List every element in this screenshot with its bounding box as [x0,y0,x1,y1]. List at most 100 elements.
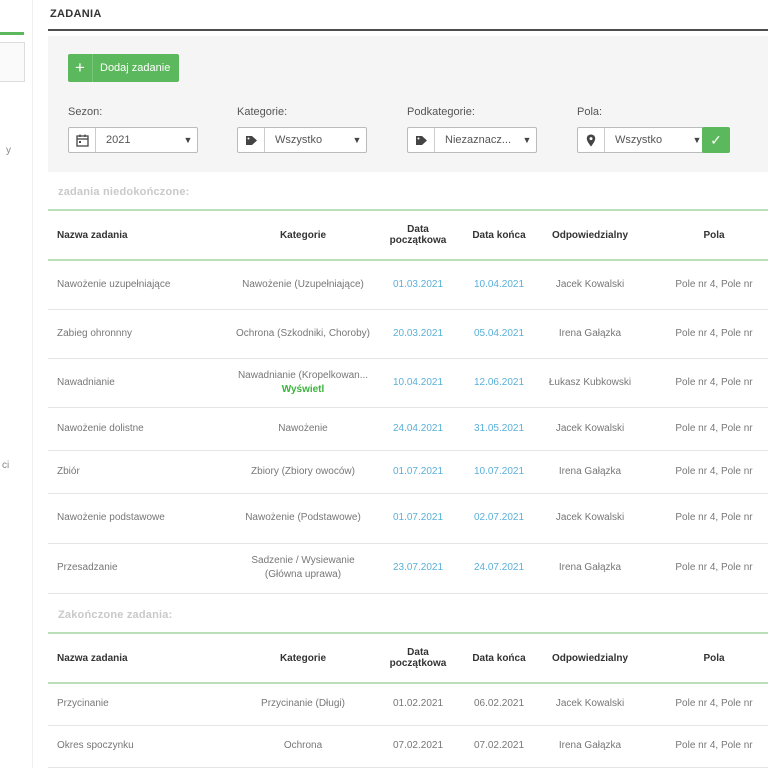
task-name[interactable]: Zabieg ohronnny [48,309,228,359]
task-end-date: 06.02.2021 [458,683,540,726]
tag-icon [238,128,265,152]
task-name[interactable]: Nawadnianie [48,358,228,408]
table-row[interactable]: Nawożenie dolistne Nawożenie 24.04.2021 … [48,407,768,451]
table-row[interactable]: Zabieg ohronnny Ochrona (Szkodniki, Chor… [48,309,768,359]
sidebar-item-box[interactable] [0,42,25,82]
task-end-date[interactable]: 12.06.2021 [458,358,540,408]
add-task-label: Dodaj zadanie [100,62,171,74]
task-fields: Pole nr 4, Pole nr [640,450,768,494]
chevron-down-icon: ▼ [522,135,532,145]
task-owner: Jacek Kowalski [540,683,640,726]
task-category: Nawożenie (Podstawowe) [228,493,378,544]
column-header-start[interactable]: Data początkowa [378,632,458,684]
task-start-date[interactable]: 24.04.2021 [378,407,458,451]
task-category: Nawadnianie (Kropelkowan... Wyświetl [228,358,378,408]
season-select[interactable]: 2021 ▼ [68,127,198,153]
task-name[interactable]: Nawożenie podstawowe [48,493,228,544]
task-fields: Pole nr 4, Pole nr [640,260,768,310]
task-start-date[interactable]: 01.07.2021 [378,450,458,494]
column-header-name[interactable]: Nazwa zadania [48,632,228,684]
task-category: Ochrona [228,725,378,768]
tag-icon [408,128,435,152]
task-fields: Pole nr 4, Pole nr [640,725,768,768]
task-name[interactable]: Przesadzanie [48,543,228,594]
category-select[interactable]: Wszystko ▼ [237,127,367,153]
subcategory-value: Niezaznacz... [445,134,512,146]
column-header-owner[interactable]: Odpowiedzialny [540,209,640,261]
task-start-date[interactable]: 20.03.2021 [378,309,458,359]
task-end-date[interactable]: 02.07.2021 [458,493,540,544]
task-end-date[interactable]: 31.05.2021 [458,407,540,451]
table-row[interactable]: Przesadzanie Sadzenie / Wysiewanie (Głów… [48,543,768,594]
task-start-date[interactable]: 23.07.2021 [378,543,458,594]
table-row[interactable]: Okres spoczynku Ochrona 07.02.2021 07.02… [48,725,768,768]
column-header-category[interactable]: Kategorie [228,632,378,684]
sidebar: y ci [0,0,33,768]
map-marker-icon [578,128,605,152]
task-start-date[interactable]: 10.04.2021 [378,358,458,408]
column-header-start[interactable]: Data początkowa [378,209,458,261]
add-task-button[interactable]: + Dodaj zadanie [68,54,180,82]
page-title: ZADANIA [50,8,102,20]
task-name[interactable]: Nawożenie uzupełniające [48,260,228,310]
subcategory-select[interactable]: Niezaznacz... ▼ [407,127,537,153]
table-header-row: Nazwa zadania Kategorie Data początkowa … [48,632,768,684]
task-fields: Pole nr 4, Pole nr [640,309,768,359]
task-category: Przycinanie (Długi) [228,683,378,726]
column-header-category[interactable]: Kategorie [228,209,378,261]
task-start-date: 01.02.2021 [378,683,458,726]
task-name[interactable]: Okres spoczynku [48,725,228,768]
task-name[interactable]: Przycinanie [48,683,228,726]
season-filter-label: Sezon: [68,106,103,118]
task-category: Ochrona (Szkodniki, Choroby) [228,309,378,359]
task-category: Nawożenie (Uzupełniające) [228,260,378,310]
chevron-down-icon: ▼ [352,135,362,145]
title-divider [48,29,768,31]
task-fields: Pole nr 4, Pole nr [640,493,768,544]
show-more-link[interactable]: Wyświetl [282,384,325,395]
task-end-date[interactable]: 05.04.2021 [458,309,540,359]
task-category-text: Nawadnianie (Kropelkowan... [237,369,369,381]
column-header-fields[interactable]: Pola [640,209,768,261]
column-header-end[interactable]: Data końca [458,632,540,684]
task-owner: Irena Gałązka [540,450,640,494]
table-header-row: Nazwa zadania Kategorie Data początkowa … [48,209,768,261]
task-owner: Irena Gałązka [540,543,640,594]
fields-filter-label: Pola: [577,106,603,118]
fields-select[interactable]: Wszystko ▼ [577,127,707,153]
task-name[interactable]: Nawożenie dolistne [48,407,228,451]
task-end-date[interactable]: 24.07.2021 [458,543,540,594]
table-row[interactable]: Nawożenie uzupełniające Nawożenie (Uzupe… [48,260,768,310]
table-row[interactable]: Nawożenie podstawowe Nawożenie (Podstawo… [48,493,768,544]
done-tasks-title: Zakończone zadania: [58,609,173,621]
sidebar-item-fragment[interactable]: ci [2,460,9,471]
task-name[interactable]: Zbiór [48,450,228,494]
apply-filter-button[interactable]: ✓ [702,127,730,153]
filter-panel: + Dodaj zadanie Sezon: Kategorie: Podkat… [48,36,768,172]
column-header-end[interactable]: Data końca [458,209,540,261]
done-tasks-table: Nazwa zadania Kategorie Data początkowa … [48,632,768,768]
task-end-date: 07.02.2021 [458,725,540,768]
table-row[interactable]: Zbiór Zbiory (Zbiory owoców) 01.07.2021 … [48,450,768,494]
column-header-owner[interactable]: Odpowiedzialny [540,632,640,684]
column-header-fields[interactable]: Pola [640,632,768,684]
task-start-date[interactable]: 01.03.2021 [378,260,458,310]
task-end-date[interactable]: 10.04.2021 [458,260,540,310]
sidebar-item-fragment[interactable]: y [6,145,11,156]
table-row[interactable]: Przycinanie Przycinanie (Długi) 01.02.20… [48,683,768,726]
task-fields: Pole nr 4, Pole nr [640,407,768,451]
checkmark-icon: ✓ [710,131,722,148]
task-category: Zbiory (Zbiory owoców) [228,450,378,494]
task-fields: Pole nr 4, Pole nr [640,683,768,726]
task-owner: Irena Gałązka [540,309,640,359]
fields-value: Wszystko [615,134,663,146]
season-value: 2021 [106,134,131,146]
sidebar-active-indicator [0,32,24,35]
category-filter-label: Kategorie: [237,106,288,118]
task-start-date[interactable]: 01.07.2021 [378,493,458,544]
task-owner: Irena Gałązka [540,725,640,768]
category-value: Wszystko [275,134,323,146]
column-header-name[interactable]: Nazwa zadania [48,209,228,261]
task-end-date[interactable]: 10.07.2021 [458,450,540,494]
table-row[interactable]: Nawadnianie Nawadnianie (Kropelkowan... … [48,358,768,408]
